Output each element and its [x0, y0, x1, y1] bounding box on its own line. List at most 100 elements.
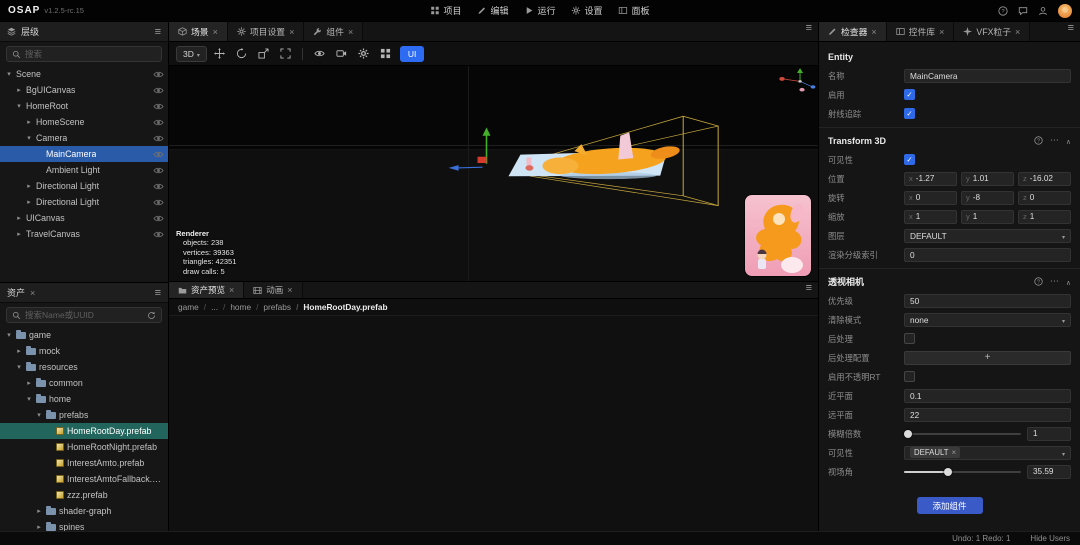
remove-tag-icon[interactable] [952, 448, 957, 457]
hierarchy-node[interactable]: TravelCanvas [0, 226, 168, 242]
expand-arrow-icon[interactable] [25, 395, 33, 403]
gizmo-visibility-icon[interactable] [310, 46, 329, 62]
viewport-settings-icon[interactable] [354, 46, 373, 62]
expand-arrow-icon[interactable] [15, 363, 23, 371]
assets-search-input[interactable] [25, 310, 143, 320]
asset-node[interactable]: InterestAmto.prefab [0, 455, 168, 471]
scale-x-input[interactable]: x1 [904, 210, 957, 224]
tab-animation[interactable]: 动画 [244, 282, 302, 298]
collapse-icon[interactable] [1066, 277, 1071, 287]
close-tab-icon[interactable] [30, 288, 35, 298]
rotation-y-input[interactable]: y-8 [961, 191, 1014, 205]
fov-value-input[interactable]: 35.59 [1027, 465, 1071, 479]
help-icon[interactable] [998, 6, 1008, 16]
scene-model-fish[interactable] [508, 132, 681, 179]
menu-panels[interactable]: 面板 [619, 4, 650, 17]
raycast-checkbox[interactable] [904, 108, 915, 119]
asset-node[interactable]: mock [0, 343, 168, 359]
expand-arrow-icon[interactable] [15, 86, 23, 94]
asset-node[interactable]: zzz.prefab [0, 487, 168, 503]
more-options-icon[interactable] [1050, 276, 1059, 287]
stats-toggle-icon[interactable] [376, 46, 395, 62]
hierarchy-node[interactable]: BgUICanvas [0, 82, 168, 98]
breadcrumb-item[interactable]: HomeRootDay.prefab [291, 302, 388, 312]
expand-arrow-icon[interactable] [25, 379, 33, 387]
menu-settings[interactable]: 设置 [572, 4, 603, 17]
asset-node[interactable]: resources [0, 359, 168, 375]
fov-slider[interactable] [904, 465, 1021, 479]
opaque-rt-checkbox[interactable] [904, 371, 915, 382]
axis-navigation-gizmo[interactable] [779, 68, 815, 91]
tab-asset-preview[interactable]: 资产预览 [169, 282, 244, 298]
asset-node[interactable]: InterestAmtoFallback.prefab [0, 471, 168, 487]
menu-run[interactable]: 运行 [524, 4, 555, 17]
rotation-x-input[interactable]: x0 [904, 191, 957, 205]
move-tool-icon[interactable] [210, 46, 229, 62]
layer-select[interactable]: DEFAULT [904, 229, 1071, 243]
visibility-eye-icon[interactable] [153, 182, 164, 191]
breadcrumb-item[interactable]: prefabs [251, 302, 291, 312]
slider-handle[interactable] [904, 430, 912, 438]
visibility-eye-icon[interactable] [153, 86, 164, 95]
scene-viewport-canvas[interactable] [169, 66, 818, 281]
add-component-button[interactable]: 添加组件 [917, 497, 983, 514]
scale-z-input[interactable]: z1 [1018, 210, 1071, 224]
slider-handle[interactable] [944, 468, 952, 476]
camera-preview-icon[interactable] [332, 46, 351, 62]
visible-checkbox[interactable] [904, 154, 915, 165]
tab-project-settings[interactable]: 项目设置 [228, 22, 304, 41]
expand-arrow-icon[interactable] [25, 182, 33, 190]
expand-arrow-icon[interactable] [25, 134, 33, 142]
visibility-tag[interactable]: DEFAULT [910, 447, 960, 458]
add-post-config-button[interactable] [904, 351, 1071, 365]
position-y-input[interactable]: y1.01 [961, 172, 1014, 186]
scene-viewport[interactable]: Renderer objects: 238 vertices: 39363 tr… [169, 66, 818, 281]
blur-value-input[interactable]: 1 [1027, 427, 1071, 441]
hierarchy-node[interactable]: UICanvas [0, 210, 168, 226]
close-tab-icon[interactable] [871, 27, 876, 37]
tab-vfx-particles[interactable]: VFX粒子 [954, 22, 1030, 41]
close-tab-icon[interactable] [213, 27, 218, 37]
breadcrumb-item[interactable]: home [218, 302, 251, 312]
asset-node[interactable]: prefabs [0, 407, 168, 423]
position-z-input[interactable]: z-16.02 [1018, 172, 1071, 186]
visibility-eye-icon[interactable] [153, 198, 164, 207]
expand-arrow-icon[interactable] [35, 411, 43, 419]
enabled-checkbox[interactable] [904, 89, 915, 100]
expand-arrow-icon[interactable] [15, 230, 23, 238]
visibility-eye-icon[interactable] [153, 70, 164, 79]
asset-node[interactable]: home [0, 391, 168, 407]
visibility-eye-icon[interactable] [153, 134, 164, 143]
rect-tool-icon[interactable] [276, 46, 295, 62]
close-tab-icon[interactable] [939, 27, 944, 37]
expand-arrow-icon[interactable] [25, 198, 33, 206]
asset-node[interactable]: game [0, 327, 168, 343]
expand-arrow-icon[interactable] [25, 118, 33, 126]
expand-arrow-icon[interactable] [15, 347, 23, 355]
tab-scene[interactable]: 场景 [169, 22, 228, 41]
help-icon[interactable] [1034, 136, 1043, 145]
visibility-eye-icon[interactable] [153, 166, 164, 175]
name-input[interactable]: MainCamera [904, 69, 1071, 83]
visibility-eye-icon[interactable] [153, 102, 164, 111]
hide-users-button[interactable]: Hide Users [1030, 534, 1070, 543]
hierarchy-node[interactable]: Scene [0, 66, 168, 82]
visibility-eye-icon[interactable] [153, 118, 164, 127]
help-icon[interactable] [1034, 277, 1043, 286]
refresh-icon[interactable] [147, 311, 156, 320]
visibility-eye-icon[interactable] [153, 230, 164, 239]
close-tab-icon[interactable] [348, 27, 353, 37]
priority-input[interactable]: 50 [904, 294, 1071, 308]
rotate-tool-icon[interactable] [232, 46, 251, 62]
asset-node[interactable]: HomeRootNight.prefab [0, 439, 168, 455]
collapse-icon[interactable] [1066, 136, 1071, 146]
panel-menu-icon[interactable] [806, 282, 812, 298]
panel-menu-icon[interactable] [1068, 22, 1074, 41]
tab-inspector[interactable]: 检查器 [819, 22, 887, 41]
post-process-checkbox[interactable] [904, 333, 915, 344]
render-index-input[interactable]: 0 [904, 248, 1071, 262]
expand-arrow-icon[interactable] [15, 102, 23, 110]
more-options-icon[interactable] [1050, 135, 1059, 146]
close-tab-icon[interactable] [289, 27, 294, 37]
asset-node[interactable]: HomeRootDay.prefab [0, 423, 168, 439]
